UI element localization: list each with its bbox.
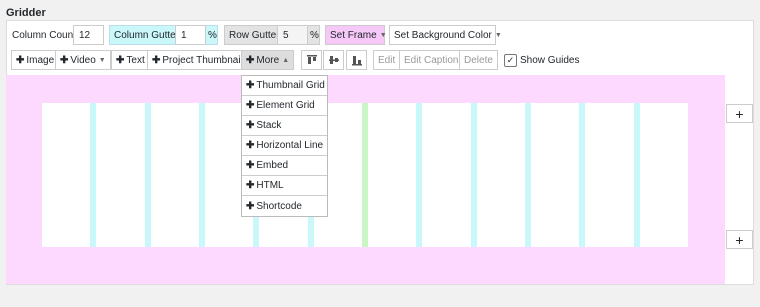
chevron-down-icon: ▼	[98, 56, 106, 64]
add-row-bottom-button[interactable]: +	[726, 230, 753, 249]
grid-column[interactable]	[150, 103, 199, 247]
plus-icon: ✚	[246, 200, 255, 212]
add-text-button[interactable]: ✚ Text	[111, 50, 150, 70]
plus-icon: ✚	[116, 54, 125, 66]
plus-icon: ✚	[152, 54, 161, 66]
panel-title: Gridder	[6, 7, 46, 19]
align-bottom-icon[interactable]	[346, 50, 367, 70]
more-menu-item[interactable]: ✚ Horizontal Line	[242, 136, 327, 156]
more-menu-item-label: HTML	[256, 180, 284, 191]
add-video-label: Video	[70, 54, 96, 66]
column-count-input[interactable]: 12	[73, 25, 104, 45]
grid-column[interactable]	[585, 103, 634, 247]
chevron-up-icon: ▲	[282, 56, 290, 64]
add-video-button[interactable]: ✚ Video ▼	[55, 50, 111, 70]
column-gutter-unit: %	[208, 29, 217, 41]
more-menu-item[interactable]: ✚ Embed	[242, 156, 327, 176]
plus-icon: ✚	[246, 54, 255, 66]
add-image-button[interactable]: ✚ Image	[11, 50, 60, 70]
plus-icon: ✚	[246, 160, 255, 171]
checkbox-checked-icon[interactable]: ✓	[504, 53, 517, 67]
more-menu-item-label: Shortcode	[256, 200, 302, 212]
add-project-thumbnail-label: Project Thumbnail	[162, 54, 243, 66]
delete-button[interactable]: Delete	[459, 50, 498, 70]
grid-column[interactable]	[639, 103, 688, 247]
column-gutter-input[interactable]: 1	[175, 25, 206, 45]
grid-column[interactable]	[42, 103, 91, 247]
align-top-icon[interactable]	[301, 50, 322, 70]
align-middle-icon[interactable]	[323, 50, 344, 70]
more-label: More	[256, 54, 280, 66]
more-menu-item[interactable]: ✚ Thumbnail Grid	[242, 76, 327, 96]
more-menu-item-label: Element Grid	[256, 100, 315, 111]
more-menu-item[interactable]: ✚ Shortcode	[242, 196, 327, 216]
more-menu-item-label: Embed	[256, 160, 289, 171]
set-background-label: Set Background Color	[394, 29, 492, 41]
add-image-label: Image	[26, 54, 55, 66]
chevron-down-icon: ▼	[379, 31, 387, 39]
plus-icon: ✚	[246, 120, 255, 131]
grid-column[interactable]	[368, 103, 417, 247]
set-frame-label: Set Frame	[330, 29, 377, 41]
edit-button[interactable]: Edit	[373, 50, 401, 70]
more-menu-item-label: Horizontal Line	[256, 140, 324, 151]
chevron-down-icon: ▼	[494, 31, 502, 39]
row-gutter-label: Row Gutter	[229, 29, 280, 41]
plus-icon: ✚	[246, 180, 255, 191]
add-row-top-button[interactable]: +	[726, 104, 753, 123]
plus-icon: ✚	[246, 140, 255, 151]
more-dropdown-menu: ✚ Thumbnail Grid ✚ Element Grid ✚ Stack ✚ Horiz…	[241, 75, 328, 217]
grid-column[interactable]	[422, 103, 471, 247]
column-gutter-label: Column Gutter	[114, 29, 180, 41]
set-background-button[interactable]: Set Background Color ▼	[389, 25, 502, 45]
plus-icon: +	[735, 105, 744, 122]
plus-icon: ✚	[246, 100, 255, 111]
plus-icon: ✚	[60, 54, 69, 66]
plus-icon: ✚	[246, 80, 255, 91]
row-gutter-input[interactable]: 5	[277, 25, 308, 45]
add-text-label: Text	[126, 54, 145, 66]
more-menu-item[interactable]: ✚ Stack	[242, 116, 327, 136]
column-count-label: Column Count	[12, 29, 76, 41]
add-project-thumbnail-button[interactable]: ✚ Project Thumbnail	[147, 50, 248, 70]
more-menu-item-label: Thumbnail Grid	[256, 80, 325, 91]
grid-column[interactable]	[96, 103, 145, 247]
more-menu-item[interactable]: ✚ Element Grid	[242, 96, 327, 116]
set-frame-button[interactable]: Set Frame ▼	[325, 25, 387, 45]
plus-icon: ✚	[16, 54, 25, 66]
plus-icon: +	[735, 231, 744, 248]
grid-column[interactable]	[531, 103, 580, 247]
grid-area	[42, 103, 688, 247]
show-guides-toggle[interactable]: ✓ Show Guides	[504, 50, 579, 70]
more-menu-item[interactable]: ✚ HTML	[242, 176, 327, 196]
row-gutter-unit: %	[310, 29, 319, 41]
show-guides-label: Show Guides	[520, 54, 580, 66]
more-menu-item-label: Stack	[256, 120, 282, 131]
edit-caption-button[interactable]: Edit Caption	[399, 50, 464, 70]
grid-column[interactable]	[476, 103, 525, 247]
more-button[interactable]: ✚ More ▲	[241, 50, 295, 70]
